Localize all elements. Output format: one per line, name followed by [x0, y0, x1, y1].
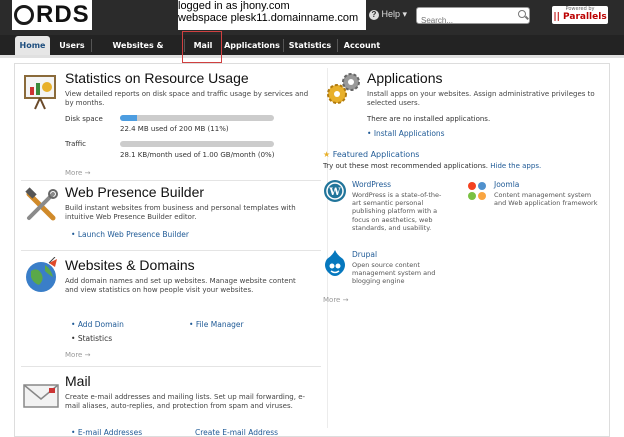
logo-text: RDS [36, 1, 90, 28]
featured-desc-text: Try out these most recommended applicati… [323, 162, 489, 170]
logo-circle-icon [14, 5, 34, 25]
login-info: logged in as jhony.com webspace plesk11.… [178, 0, 366, 30]
stats-more-link[interactable]: More → [65, 169, 90, 177]
section-divider [21, 250, 321, 251]
stats-section: Statistics on Resource Usage View detail… [19, 70, 321, 178]
disk-space-label: Disk space [65, 115, 103, 123]
tab-applications[interactable]: Applications [223, 36, 281, 55]
section-divider [21, 366, 321, 367]
featured-apps-title: Featured Applications [332, 150, 420, 159]
tab-mail[interactable]: Mail [186, 36, 220, 55]
search-icon[interactable] [518, 10, 526, 18]
statistics-link[interactable]: • Statistics [71, 334, 112, 343]
file-manager-label: File Manager [195, 320, 244, 329]
wpb-title: Web Presence Builder [65, 184, 205, 200]
disk-space-bar-fill [120, 115, 137, 121]
statistics-chart-icon [24, 75, 56, 110]
domains-description: Add domain names and set up websites. Ma… [65, 277, 296, 294]
drupal-icon[interactable] [323, 249, 347, 277]
email-addresses-link[interactable]: • E-mail Addresses [71, 428, 142, 437]
svg-text:W: W [328, 187, 341, 198]
joomla-icon[interactable] [465, 179, 489, 203]
main-content: Statistics on Resource Usage View detail… [14, 63, 610, 437]
globe-icon [26, 257, 57, 292]
gears-icon [327, 73, 360, 104]
stats-description: View detailed reports on disk space and … [65, 90, 309, 107]
wordpress-icon[interactable]: W [323, 179, 347, 203]
mail-section: Mail Create e-mail addresses and mailing… [19, 373, 321, 437]
disk-space-value: 22.4 MB used of 200 MB (11%) [120, 125, 229, 133]
help-menu[interactable]: ? Help ▾ [369, 9, 407, 20]
disk-space-bar [120, 115, 274, 121]
tab-separator [184, 39, 185, 52]
mail-title: Mail [65, 373, 91, 389]
traffic-label: Traffic [65, 140, 87, 148]
mail-description: Create e-mail addresses and mailing list… [65, 393, 306, 410]
launch-wpb-label: Launch Web Presence Builder [77, 230, 189, 239]
tab-account[interactable]: Account [339, 36, 385, 55]
traffic-bar [120, 141, 274, 147]
wordpress-description: WordPress is a state-of-the-art semantic… [352, 191, 442, 232]
joomla-description: Content management system and Web applic… [494, 191, 598, 208]
stats-title: Statistics on Resource Usage [65, 70, 249, 86]
star-icon: ★ [323, 150, 331, 159]
hide-apps-link[interactable]: Hide the apps. [490, 162, 541, 170]
logo[interactable]: RDS [12, 0, 92, 30]
search-box [416, 7, 530, 27]
tab-users[interactable]: Users [54, 36, 90, 55]
tab-statistics[interactable]: Statistics [285, 36, 335, 55]
apps-title: Applications [367, 70, 443, 86]
tab-websites-domains[interactable]: Websites & Domains [93, 36, 183, 69]
domains-section: Websites & Domains Add domain names and … [19, 257, 321, 367]
drupal-link[interactable]: Drupal [352, 250, 377, 259]
tab-separator [91, 39, 92, 52]
statistics-link-label: Statistics [77, 334, 113, 343]
domains-more-link[interactable]: More → [65, 351, 90, 359]
drupal-description: Open source content management system an… [352, 261, 436, 286]
tab-separator [283, 39, 284, 52]
wpb-section: Web Presence Builder Build instant websi… [19, 184, 321, 250]
login-webspace: webspace plesk11.domainname.com [178, 12, 359, 24]
parallels-brand-text: || Parallels [553, 12, 607, 22]
email-addresses-label: E-mail Addresses [77, 428, 143, 437]
apps-more-link[interactable]: More → [323, 296, 348, 304]
search-input[interactable] [417, 14, 517, 27]
traffic-value: 28.1 KB/month used of 1.00 GB/month (0%) [120, 151, 275, 159]
no-apps-text: There are no installed applications. [367, 115, 491, 123]
install-apps-label: Install Applications [373, 129, 445, 138]
create-email-link[interactable]: Create E-mail Address [195, 428, 278, 437]
add-domain-link[interactable]: • Add Domain [71, 320, 124, 329]
chevron-down-icon: ▾ [402, 9, 408, 19]
login-user: logged in as jhony.com [178, 0, 290, 12]
main-nav: Home Users Websites & Domains Mail Appli… [0, 35, 624, 69]
wordpress-link[interactable]: WordPress [352, 180, 391, 189]
help-label: Help [381, 9, 401, 19]
tab-separator [221, 39, 222, 52]
envelope-icon [23, 384, 59, 408]
domains-title: Websites & Domains [65, 257, 195, 273]
apps-section: Applications Install apps on your websit… [321, 70, 607, 320]
add-domain-label: Add Domain [77, 320, 124, 329]
parallels-logo[interactable]: Powered by || Parallels [552, 6, 608, 24]
joomla-link[interactable]: Joomla [494, 180, 519, 189]
section-divider [21, 180, 321, 181]
tools-icon [25, 187, 58, 221]
wpb-description: Build instant websites from business and… [65, 204, 296, 221]
apps-description: Install apps on your websites. Assign ad… [367, 90, 595, 107]
launch-wpb-link[interactable]: • Launch Web Presence Builder [71, 230, 189, 239]
top-bar: RDS logged in as jhony.com webspace ples… [0, 0, 624, 35]
install-apps-link[interactable]: • Install Applications [367, 129, 445, 138]
file-manager-link[interactable]: • File Manager [189, 320, 244, 329]
featured-apps-heading: ★ Featured Applications [323, 150, 419, 159]
tab-separator [337, 39, 338, 52]
tab-home[interactable]: Home [15, 36, 50, 55]
featured-apps-desc: Try out these most recommended applicati… [323, 162, 541, 170]
help-icon: ? [369, 9, 379, 20]
